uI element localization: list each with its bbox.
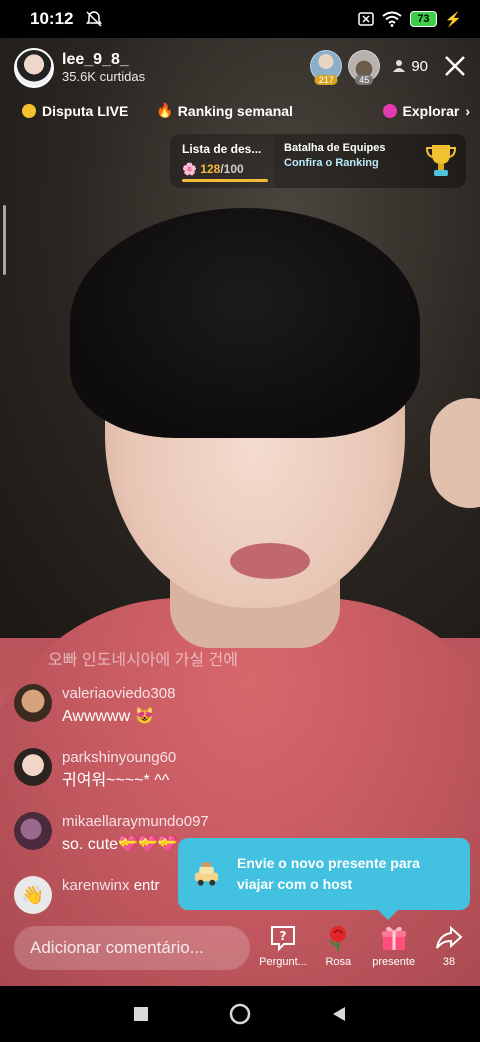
wish-list-card[interactable]: Lista de des... 🌸 128/100 xyxy=(170,134,274,188)
dispute-label: Disputa LIVE xyxy=(42,102,129,119)
gift-button[interactable]: presente xyxy=(367,924,421,968)
car-gift-icon xyxy=(194,862,219,886)
host-avatar[interactable] xyxy=(14,48,54,88)
chat-username: parkshinyoung60 xyxy=(62,749,177,766)
host-name: lee_9_8_ xyxy=(62,51,129,68)
svg-text:?: ? xyxy=(280,929,287,943)
host-likes: 35.6K curtidas xyxy=(62,69,146,84)
share-button[interactable]: 38 xyxy=(422,924,476,968)
progress-bar xyxy=(182,179,268,182)
chat-username: karenwinx entr xyxy=(62,876,160,896)
share-count: 38 xyxy=(442,956,456,968)
tooltip-text: Envie o novo presente para viajar com o … xyxy=(237,855,420,892)
rose-button[interactable]: Rosa xyxy=(311,924,365,968)
progress-total: /100 xyxy=(220,162,244,176)
status-time: 10:12 xyxy=(30,9,74,28)
top-viewer-avatar[interactable]: 217 xyxy=(310,50,343,85)
question-label: Pergunt... xyxy=(259,956,307,968)
viewers-row: 217 45 90 xyxy=(310,50,466,85)
explore-link[interactable]: Explorar › xyxy=(382,102,470,119)
sim-icon xyxy=(358,12,375,26)
wave-hand-icon: 👋 xyxy=(21,884,45,905)
chat-username: valeriaoviedo308 xyxy=(62,685,176,702)
gift-icon xyxy=(381,926,406,950)
charging-icon: ⚡ xyxy=(444,10,462,27)
flower-icon: 🌸 xyxy=(182,162,197,176)
team-battle-card[interactable]: Batalha de Equipes Confira o Ranking xyxy=(274,134,466,188)
action-bar: ? Pergunt... Rosa presente 38 xyxy=(256,924,476,968)
trophy-icon xyxy=(426,145,456,176)
user-avatar[interactable] xyxy=(14,748,52,786)
viewer-badge: 45 xyxy=(355,75,374,85)
chevron-right-icon: › xyxy=(465,102,470,119)
chat-text: entr xyxy=(133,877,160,894)
faded-chat-message: 오빠 인도네시아에 가실 건에 xyxy=(48,652,238,669)
chat-username: mikaellaraymundo097 xyxy=(62,813,209,830)
back-icon[interactable] xyxy=(331,1006,347,1022)
event-cards: Lista de des... 🌸 128/100 Batalha de Equ… xyxy=(170,134,466,188)
dispute-live-link[interactable]: Disputa LIVE xyxy=(22,103,128,119)
system-nav-bar xyxy=(0,986,480,1042)
wifi-icon xyxy=(382,11,402,27)
question-icon: ? xyxy=(271,926,295,952)
user-avatar[interactable] xyxy=(14,812,52,850)
comment-input[interactable]: Adicionar comentário... xyxy=(14,926,250,970)
chat-username-text: karenwinx xyxy=(62,877,130,894)
top-viewer-avatar[interactable]: 45 xyxy=(348,50,381,85)
ranking-label: Ranking semanal xyxy=(177,102,293,119)
viewer-count-value: 90 xyxy=(411,57,428,75)
dispute-icon xyxy=(22,103,36,118)
gift-label: presente xyxy=(372,956,416,968)
person-icon xyxy=(393,60,406,72)
explore-label: Explorar xyxy=(402,102,460,119)
progress-value: 128 xyxy=(200,162,221,176)
close-icon[interactable] xyxy=(444,55,466,77)
battery-indicator: 73 xyxy=(410,11,437,27)
share-icon xyxy=(435,925,463,949)
user-avatar[interactable] xyxy=(14,684,52,722)
weekly-ranking-link[interactable]: 🔥 Ranking semanal xyxy=(156,102,293,119)
video-lips xyxy=(230,543,310,579)
live-nav: Disputa LIVE 🔥 Ranking semanal Explorar … xyxy=(22,102,470,119)
flame-icon: 🔥 xyxy=(156,102,174,118)
scroll-indicator xyxy=(3,205,6,275)
chat-message[interactable]: parkshinyoung60 귀여워~~~~* ^^ xyxy=(14,748,314,812)
rose-icon xyxy=(330,926,347,951)
explore-icon xyxy=(382,103,397,118)
chat-text: 귀여워~~~~* ^^ xyxy=(62,772,170,789)
viewer-badge: 217 xyxy=(314,75,338,85)
question-button[interactable]: ? Pergunt... xyxy=(256,924,310,968)
host-profile[interactable]: lee_9_8_ 35.6K curtidas xyxy=(14,46,164,90)
wish-list-title: Lista de des... xyxy=(182,142,262,156)
mute-icon xyxy=(86,11,103,27)
video-hand xyxy=(430,398,480,508)
status-bar: 10:12 73 ⚡ xyxy=(0,0,480,38)
user-avatar[interactable]: 👋 xyxy=(14,876,52,914)
chat-text: Awwwww 😻 xyxy=(62,708,155,725)
viewer-count[interactable]: 90 xyxy=(392,58,428,75)
recent-apps-icon[interactable] xyxy=(133,1006,149,1022)
chat-message[interactable]: valeriaoviedo308 Awwwww 😻 xyxy=(14,684,314,748)
home-icon[interactable] xyxy=(229,1003,251,1025)
rose-label: Rosa xyxy=(325,956,352,968)
video-hair xyxy=(70,208,420,438)
gift-tooltip[interactable]: Envie o novo presente para viajar com o … xyxy=(178,838,470,920)
